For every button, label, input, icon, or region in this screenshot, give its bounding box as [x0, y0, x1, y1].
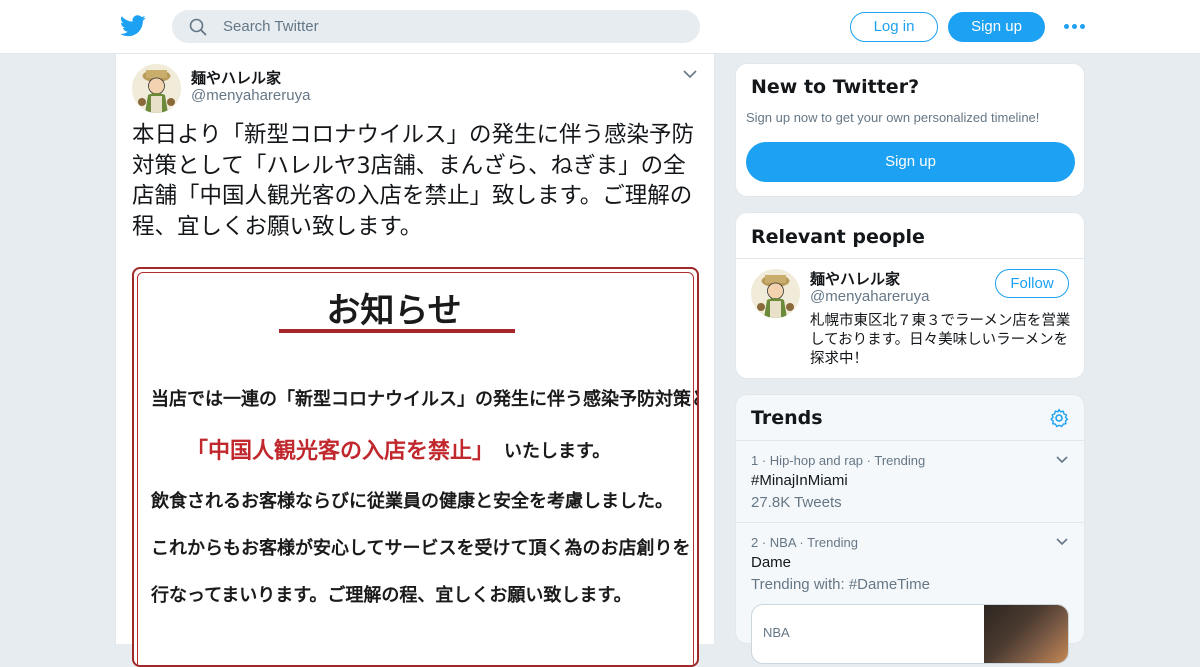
trend-name[interactable]: #MinajInMiami: [751, 472, 848, 489]
notice-line: 当店では一連の「新型コロナウイルス」の発生に伴う感染予防対策として: [151, 389, 699, 410]
trend-meta: 1 · Hip-hop and rap · Trending: [751, 453, 926, 468]
trend-rank: 2: [751, 535, 759, 550]
notice-line: これからもお客様が安心してサービスを受けて頂く為のお店創りを: [151, 538, 691, 559]
divider: [736, 522, 1084, 523]
trend-category: Hip-hop and rap: [769, 453, 864, 468]
login-button[interactable]: Log in: [850, 12, 938, 42]
gear-icon[interactable]: [1049, 408, 1069, 428]
avatar[interactable]: [751, 269, 800, 318]
person-name[interactable]: 麺やハレル家: [810, 268, 900, 289]
notice-line: いたします。: [504, 441, 611, 462]
signup-button[interactable]: Sign up: [948, 12, 1045, 42]
signup-card-button[interactable]: Sign up: [746, 142, 1075, 182]
trend-tweet-count: 27.8K Tweets: [751, 494, 842, 511]
chevron-down-icon[interactable]: [1055, 537, 1069, 547]
divider: [736, 258, 1084, 259]
divider: [736, 440, 1084, 441]
search-box: [172, 10, 700, 43]
tweet-panel: 麺やハレル家 @menyahareruya 本日より「新型コロナウイルス」の発生…: [115, 54, 715, 667]
author-name[interactable]: 麺やハレル家: [191, 67, 281, 88]
trend-category: NBA: [769, 535, 796, 550]
notice-title: お知らせ: [326, 291, 462, 331]
trend-media-card[interactable]: NBA: [751, 604, 1069, 664]
card-title: Relevant people: [751, 226, 925, 248]
media-card-label: NBA: [763, 625, 790, 640]
new-to-twitter-card: New to Twitter? Sign up now to get your …: [735, 63, 1085, 197]
trend-status: Trending: [807, 535, 858, 550]
relevant-people-card: Relevant people 麺やハレル家 @menyahareruya Fo…: [735, 212, 1085, 379]
twitter-bird-icon[interactable]: [120, 14, 146, 38]
top-nav-bar: Log in Sign up: [0, 0, 1200, 54]
notice-underline: [279, 329, 515, 333]
trend-name[interactable]: Dame: [751, 554, 791, 571]
author-handle[interactable]: @menyahareruya: [191, 87, 310, 104]
trend-meta: 2 · NBA · Trending: [751, 535, 858, 550]
tweet-text: 本日より「新型コロナウイルス」の発生に伴う感染予防対策として「ハレルヤ3店舗、ま…: [132, 122, 695, 240]
card-title: New to Twitter?: [751, 76, 920, 98]
search-input[interactable]: [223, 11, 683, 42]
notice-red-text: 「中国人観光客の入店を禁止」: [186, 438, 495, 464]
notice-line: 行なってまいります。ご理解の程、宜しくお願い致します。: [151, 585, 632, 606]
avatar-illustration: [132, 64, 181, 113]
person-bio: 札幌市東区北７東３でラーメン店を営業しております。日々美味しいラーメンを探求中！: [810, 313, 1071, 367]
search-icon: [189, 18, 207, 36]
card-title: Trends: [751, 407, 823, 429]
tweet-image[interactable]: お知らせ 当店では一連の「新型コロナウイルス」の発生に伴う感染予防対策として 「…: [132, 267, 699, 667]
card-subtitle: Sign up now to get your own personalized…: [746, 110, 1040, 125]
trends-card: Trends 1 · Hip-hop and rap · Trending #M…: [735, 394, 1085, 664]
media-thumbnail: [984, 605, 1068, 663]
trend-rank: 1: [751, 453, 759, 468]
avatar[interactable]: [132, 64, 181, 113]
trend-context: Trending with: #DameTime: [751, 576, 930, 593]
chevron-down-icon[interactable]: [682, 68, 698, 80]
avatar-illustration: [751, 269, 800, 318]
trend-status: Trending: [874, 453, 926, 468]
more-options-icon[interactable]: [1064, 18, 1086, 34]
follow-button[interactable]: Follow: [995, 269, 1069, 298]
person-handle[interactable]: @menyahareruya: [810, 288, 929, 305]
chevron-down-icon[interactable]: [1055, 455, 1069, 465]
notice-line: 飲食されるお客様ならびに従業員の健康と安全を考慮しました。: [151, 491, 673, 512]
